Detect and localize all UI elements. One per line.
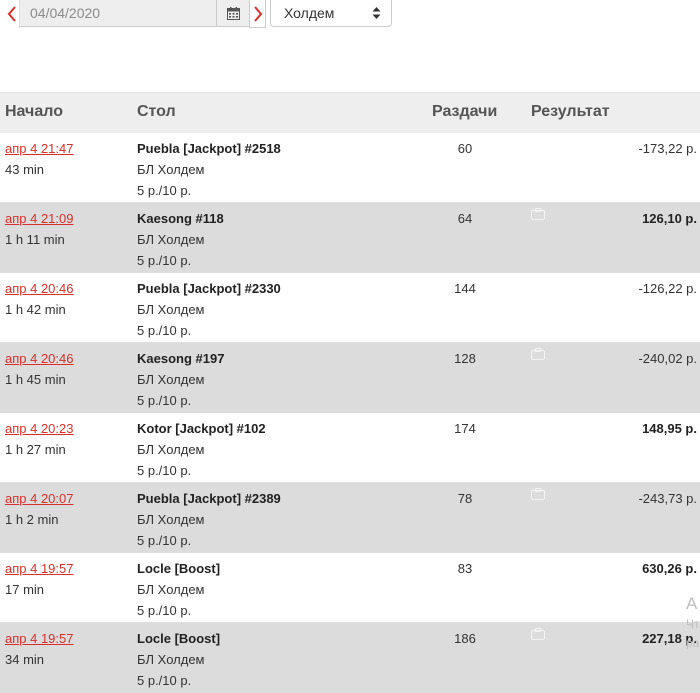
session-duration: 1 h 11 min — [5, 232, 65, 247]
table-header: Начало Стол Раздачи Результат — [0, 92, 700, 133]
hands-count: 64 — [457, 211, 473, 226]
session-start-link[interactable]: апр 4 19:57 — [5, 631, 74, 646]
session-duration: 43 min — [5, 162, 45, 177]
sessions-table: Начало Стол Раздачи Результат апр 4 21:4… — [0, 92, 700, 693]
game-select-value: Холдем — [284, 5, 335, 21]
header-start[interactable]: Начало — [5, 103, 63, 121]
game-type: БЛ Холдем — [137, 442, 205, 457]
hands-count: 83 — [457, 561, 473, 576]
session-duration: 17 min — [5, 582, 45, 597]
table-row: апр 4 20:07 1 h 2 min Puebla [Jackpot] #23… — [0, 483, 700, 553]
session-start-link[interactable]: апр 4 20:07 — [5, 491, 74, 506]
header-table[interactable]: Стол — [137, 103, 176, 121]
chevron-right-icon — [253, 5, 262, 22]
hands-count: 174 — [454, 421, 476, 436]
session-start-link[interactable]: апр 4 21:09 — [5, 211, 74, 226]
table-row: апр 4 21:09 1 h 11 min Kaesong #118 БЛ Холд… — [0, 203, 700, 273]
hands-count: 186 — [454, 631, 476, 646]
table-row: апр 4 19:57 17 min Locle [Boost] БЛ Холдем 5… — [0, 553, 700, 623]
table-body: апр 4 21:47 43 min Puebla [Jackpot] #2518 Б… — [0, 133, 700, 693]
stakes: 5 р./10 р. — [137, 183, 192, 198]
result-amount: -243,73 р. — [638, 491, 697, 506]
game-type: БЛ Холдем — [137, 162, 205, 177]
prev-date-button[interactable] — [4, 0, 20, 28]
hands-count: 144 — [454, 281, 476, 296]
result-amount: 126,10 р. — [642, 211, 697, 226]
hands-count: 78 — [457, 491, 473, 506]
table-row: апр 4 20:46 1 h 42 min Puebla [Jackpot] #2… — [0, 273, 700, 343]
note-icon[interactable] — [531, 208, 545, 223]
table-name-link[interactable]: Locle [Boost] — [137, 631, 220, 646]
overlay-text-3: ра — [686, 636, 700, 650]
date-input[interactable]: 04/04/2020 — [20, 0, 216, 27]
session-duration: 1 h 2 min — [5, 512, 59, 527]
result-amount: -240,02 р. — [638, 351, 697, 366]
chevron-left-icon — [7, 6, 16, 22]
game-type: БЛ Холдем — [137, 512, 205, 527]
stakes: 5 р./10 р. — [137, 323, 192, 338]
note-icon[interactable] — [531, 348, 545, 363]
result-amount: -173,22 р. — [638, 141, 697, 156]
table-name-link[interactable]: Locle [Boost] — [137, 561, 220, 576]
session-duration: 1 h 45 min — [5, 372, 66, 387]
game-type: БЛ Холдем — [137, 372, 205, 387]
note-icon[interactable] — [531, 628, 545, 643]
overlay-text-1: А — [686, 594, 698, 613]
calendar-icon — [226, 6, 240, 20]
game-type: БЛ Холдем — [137, 302, 205, 317]
result-amount: 630,26 р. — [642, 561, 697, 576]
game-type: БЛ Холдем — [137, 652, 205, 667]
header-result[interactable]: Результат — [531, 103, 610, 121]
game-type: БЛ Холдем — [137, 582, 205, 597]
stakes: 5 р./10 р. — [137, 393, 192, 408]
header-hands[interactable]: Раздачи — [432, 103, 497, 121]
stakes: 5 р./10 р. — [137, 463, 192, 478]
result-amount: 148,95 р. — [642, 421, 697, 436]
session-duration: 1 h 27 min — [5, 442, 66, 457]
table-name-link[interactable]: Puebla [Jackpot] #2518 — [137, 141, 281, 156]
session-duration: 1 h 42 min — [5, 302, 66, 317]
stakes: 5 р./10 р. — [137, 603, 192, 618]
table-row: апр 4 19:57 34 min Locle [Boost] БЛ Холдем 5… — [0, 623, 700, 693]
table-name-link[interactable]: Puebla [Jackpot] #2330 — [137, 281, 281, 296]
session-duration: 34 min — [5, 652, 45, 667]
hands-count: 128 — [454, 351, 476, 366]
session-start-link[interactable]: апр 4 20:23 — [5, 421, 74, 436]
overlay-text-2: Чт — [686, 617, 700, 631]
table-name-link[interactable]: Kotor [Jackpot] #102 — [137, 421, 266, 436]
table-name-link[interactable]: Kaesong #197 — [137, 351, 224, 366]
game-type-select[interactable]: Холдем — [270, 0, 392, 27]
table-row: апр 4 20:23 1 h 27 min Kotor [Jackpot] #10… — [0, 413, 700, 483]
session-start-link[interactable]: апр 4 20:46 — [5, 351, 74, 366]
session-start-link[interactable]: апр 4 19:57 — [5, 561, 74, 576]
table-row: апр 4 21:47 43 min Puebla [Jackpot] #2518 Б… — [0, 133, 700, 203]
sort-caret-icon — [372, 7, 381, 19]
stakes: 5 р./10 р. — [137, 533, 192, 548]
table-row: апр 4 20:46 1 h 45 min Kaesong #197 БЛ Холд… — [0, 343, 700, 413]
game-type: БЛ Холдем — [137, 232, 205, 247]
stakes: 5 р./10 р. — [137, 253, 192, 268]
table-name-link[interactable]: Kaesong #118 — [137, 211, 224, 226]
calendar-button[interactable] — [216, 0, 249, 27]
hands-count: 60 — [457, 141, 473, 156]
next-date-button[interactable] — [249, 0, 266, 28]
session-start-link[interactable]: апр 4 21:47 — [5, 141, 74, 156]
note-icon[interactable] — [531, 488, 545, 503]
result-amount: -126,22 р. — [638, 281, 697, 296]
filter-bar: 04/04/2020 Холдем — [0, 0, 700, 32]
table-name-link[interactable]: Puebla [Jackpot] #2389 — [137, 491, 281, 506]
session-start-link[interactable]: апр 4 20:46 — [5, 281, 74, 296]
